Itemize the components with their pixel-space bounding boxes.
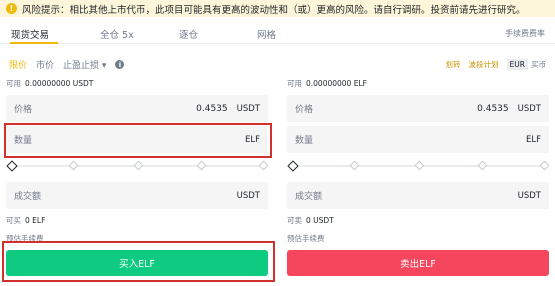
order-type-market[interactable]: 市价 [36,58,54,71]
sell-amount-label: 数量 [295,136,314,146]
slider-step-50[interactable] [414,160,425,171]
slider-step-25[interactable] [349,160,360,171]
buy-amount-slider[interactable] [6,160,269,172]
buy-max-amount: 可买 0 ELF [6,216,46,225]
tab-spot[interactable]: 现货交易 [11,27,49,41]
buy-price-input[interactable]: 价格 0.4535 USDT [6,95,268,122]
info-icon[interactable]: i [115,60,125,69]
order-type-stop-limit[interactable]: 止盈止损 ▾ [63,58,106,71]
currency-option-eur[interactable]: EUR [506,59,528,70]
sell-max-amount: 可卖 0 USDT [287,216,334,225]
order-type-limit[interactable]: 限价 [9,58,27,71]
active-tab-indicator [10,42,58,44]
sell-price-label: 价格 [295,105,314,115]
warning-icon: ! [6,3,17,14]
sell-price-input[interactable]: 价格 0.4535 USDT [287,95,549,122]
buy-amount-label: 数量 [14,136,33,146]
sell-total-unit: USDT [517,190,541,201]
buy-total-unit: USDT [236,190,260,201]
risk-notice-text: 风险提示：相比其他上市代币，此项目可能具有更高的波动性和（或）更高的风险。请自行… [22,4,526,16]
sell-total-input[interactable]: 成交额 USDT [287,182,549,209]
buy-price-unit: USDT [236,103,260,114]
buy-estimated-fee: 预估手续费 [6,234,44,243]
sell-available: 可用 0.00000000 ELF [287,79,367,88]
slider-step-100[interactable] [258,160,269,171]
trade-tabs: 现货交易 全仓 5x 逐仓 网格 手续费费率 [0,22,555,44]
slider-step-50[interactable] [133,160,144,171]
fee-rate-link[interactable]: 手续费费率 [505,28,545,39]
slider-handle[interactable] [6,160,18,172]
sell-button[interactable]: 卖出ELF [287,250,549,276]
sell-amount-unit: ELF [526,134,541,145]
buy-amount-input[interactable]: 数量 ELF [6,126,268,153]
buy-total-input[interactable]: 成交额 USDT [6,182,268,209]
slider-step-25[interactable] [68,160,79,171]
sell-estimated-fee: 预估手续费 [287,234,325,243]
slider-step-75[interactable] [477,160,488,171]
sell-amount-slider[interactable] [287,160,550,172]
currency-option-buy[interactable]: 买币 [528,58,549,71]
sell-price-value: 0.4535 [477,103,509,114]
sell-total-label: 成交额 [295,192,323,202]
slider-step-100[interactable] [539,160,550,171]
risk-notice-banner: ! 风险提示：相比其他上市代币，此项目可能具有更高的波动性和（或）更高的风险。请… [0,0,555,17]
buy-amount-unit: ELF [245,134,260,145]
buy-total-label: 成交额 [14,192,42,202]
tab-isolated-margin[interactable]: 逐仓 [179,27,198,41]
slider-step-75[interactable] [196,160,207,171]
sell-price-unit: USDT [517,103,541,114]
tab-cross-margin[interactable]: 全仓 5x [100,27,134,41]
currency-switch[interactable]: EUR 买币 [506,58,549,71]
transfer-link[interactable]: 划转 [446,59,461,70]
sell-amount-input[interactable]: 数量 ELF [287,126,549,153]
slider-handle[interactable] [287,160,299,172]
top-right-links: 划转 波段计划 EUR 买币 [446,58,549,71]
buy-price-value: 0.4535 [196,103,228,114]
buy-price-label: 价格 [14,105,33,115]
buy-panel: 可用 0.00000000 USDT 价格 0.4535 USDT 数量 ELF … [6,78,269,276]
tab-grid[interactable]: 网格 [257,27,276,41]
buy-available: 可用 0.00000000 USDT [6,79,94,88]
order-type-selector: 限价 市价 止盈止损 ▾ i [9,58,125,71]
sell-panel: 可用 0.00000000 ELF 价格 0.4535 USDT 数量 ELF 成… [287,78,550,276]
buy-button[interactable]: 买入ELF [6,250,268,276]
tutorial-link[interactable]: 波段计划 [469,59,499,70]
